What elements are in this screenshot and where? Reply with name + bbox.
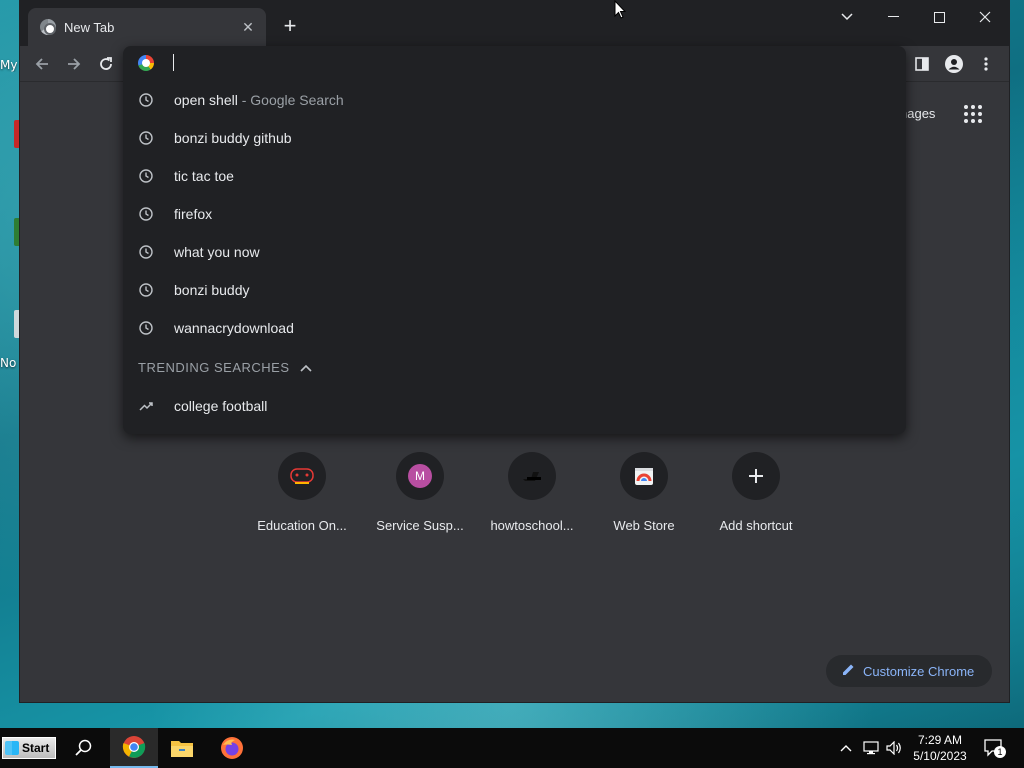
tab-title: New Tab (64, 19, 115, 35)
suggestion-item[interactable]: bonzi buddy github (123, 119, 906, 157)
pencil-icon (842, 663, 855, 679)
trending-arrow-icon (138, 398, 154, 414)
history-clock-icon (138, 92, 154, 108)
desktop-icon-label[interactable]: No (0, 356, 22, 370)
title-bar: New Tab ✕ + (20, 0, 1009, 46)
trending-text: college football (174, 398, 268, 414)
back-button[interactable] (30, 52, 54, 76)
shortcut-label: Service Susp... (376, 518, 464, 533)
suggestion-item[interactable]: open shell - Google Search (123, 81, 906, 119)
google-g-icon (138, 55, 154, 71)
shortcut-service[interactable]: M Service Susp... (364, 452, 476, 533)
add-shortcut-button[interactable]: Add shortcut (700, 452, 812, 533)
folder-icon (171, 741, 193, 757)
shortcut-label: howtoschool... (490, 518, 574, 533)
customize-label: Customize Chrome (863, 663, 975, 679)
windows-flag-icon (5, 741, 19, 755)
chrome-favicon-icon (40, 19, 56, 35)
search-taskbar-button[interactable] (60, 728, 108, 768)
tab-search-chevron-icon[interactable] (824, 6, 870, 28)
minimize-button[interactable] (870, 6, 916, 28)
history-clock-icon (138, 244, 154, 260)
notifications-icon[interactable]: 1 (980, 728, 1008, 768)
google-apps-icon[interactable] (964, 105, 982, 123)
history-clock-icon (138, 320, 154, 336)
side-panel-icon[interactable] (910, 52, 934, 76)
history-clock-icon (138, 130, 154, 146)
shortcut-label: Web Store (613, 518, 675, 533)
trending-header-label: TRENDING SEARCHES (138, 360, 290, 375)
network-icon[interactable] (860, 728, 882, 768)
omnibox-dropdown: open shell - Google Search bonzi buddy g… (123, 46, 906, 434)
file-explorer-taskbar-button[interactable] (158, 728, 206, 768)
system-clock[interactable]: 7:29 AM 5/10/2023 (905, 732, 975, 764)
mouse-cursor-icon (614, 0, 626, 19)
close-window-button[interactable] (962, 6, 1008, 28)
chevron-up-icon[interactable] (299, 361, 312, 375)
volume-icon[interactable] (884, 728, 904, 768)
desktop-icon-label[interactable]: My (0, 58, 22, 72)
shortcut-education[interactable]: Education On... (246, 452, 358, 533)
chrome-taskbar-button[interactable] (110, 728, 158, 768)
show-hidden-icons-chevron[interactable] (836, 728, 856, 768)
search-icon (75, 739, 92, 756)
shortcut-web-store[interactable]: Web Store (588, 452, 700, 533)
shortcut-howtoschool[interactable]: howtoschool... (476, 452, 588, 533)
firefox-icon (221, 737, 243, 759)
chrome-window: New Tab ✕ + nages Education On... M Serv… (20, 0, 1009, 702)
history-clock-icon (138, 168, 154, 184)
gamepad-icon (278, 452, 326, 500)
suggestion-text: firefox (174, 206, 213, 222)
new-tab-button[interactable]: + (278, 13, 302, 38)
text-caret (173, 54, 174, 71)
suggestion-item[interactable]: what you now (123, 233, 906, 271)
menu-kebab-icon[interactable] (974, 52, 998, 76)
maximize-button[interactable] (916, 6, 962, 28)
letter-badge: M (408, 464, 432, 488)
shortcut-label: Education On... (257, 518, 347, 533)
trending-item[interactable]: college football (123, 387, 906, 425)
history-clock-icon (138, 282, 154, 298)
customize-chrome-button[interactable]: Customize Chrome (826, 655, 992, 687)
notification-count-badge: 1 (994, 746, 1006, 758)
shortcut-letter-avatar: M (396, 452, 444, 500)
chrome-icon (122, 736, 146, 758)
tab-close-icon[interactable]: ✕ (238, 17, 258, 37)
suggestion-text: open shell - Google Search (174, 92, 344, 108)
firefox-taskbar-button[interactable] (208, 728, 256, 768)
clock-date: 5/10/2023 (913, 749, 967, 763)
plus-icon (732, 452, 780, 500)
suggestion-item[interactable]: wannacrydownload (123, 309, 906, 347)
suggestion-item[interactable]: firefox (123, 195, 906, 233)
suggestion-text: bonzi buddy github (174, 130, 292, 146)
start-button[interactable]: Start (2, 737, 56, 759)
reload-button[interactable] (94, 52, 118, 76)
suggestion-item[interactable]: bonzi buddy (123, 271, 906, 309)
suggestion-text: what you now (174, 244, 260, 260)
shortcuts-grid: Education On... M Service Susp... howtos… (246, 452, 826, 542)
trending-searches-header[interactable]: TRENDING SEARCHES (138, 360, 312, 375)
clock-time: 7:29 AM (917, 733, 963, 747)
tab-new-tab[interactable]: New Tab ✕ (28, 8, 266, 46)
forward-button[interactable] (62, 52, 86, 76)
omnibox-input-row[interactable] (123, 46, 906, 80)
suggestion-text: bonzi buddy (174, 282, 250, 298)
start-label: Start (22, 741, 50, 755)
suggestion-text: tic tac toe (174, 168, 234, 184)
profile-avatar-icon[interactable] (942, 52, 966, 76)
suggestion-text: wannacrydownload (174, 320, 294, 336)
suggestion-item[interactable]: tic tac toe (123, 157, 906, 195)
site-icon (508, 452, 556, 500)
webstore-icon (620, 452, 668, 500)
suggestion-subtext: - Google Search (237, 92, 344, 108)
history-clock-icon (138, 206, 154, 222)
shortcut-label: Add shortcut (719, 518, 793, 533)
taskbar: Start 7:29 AM 5/10/2023 1 (0, 728, 1024, 768)
